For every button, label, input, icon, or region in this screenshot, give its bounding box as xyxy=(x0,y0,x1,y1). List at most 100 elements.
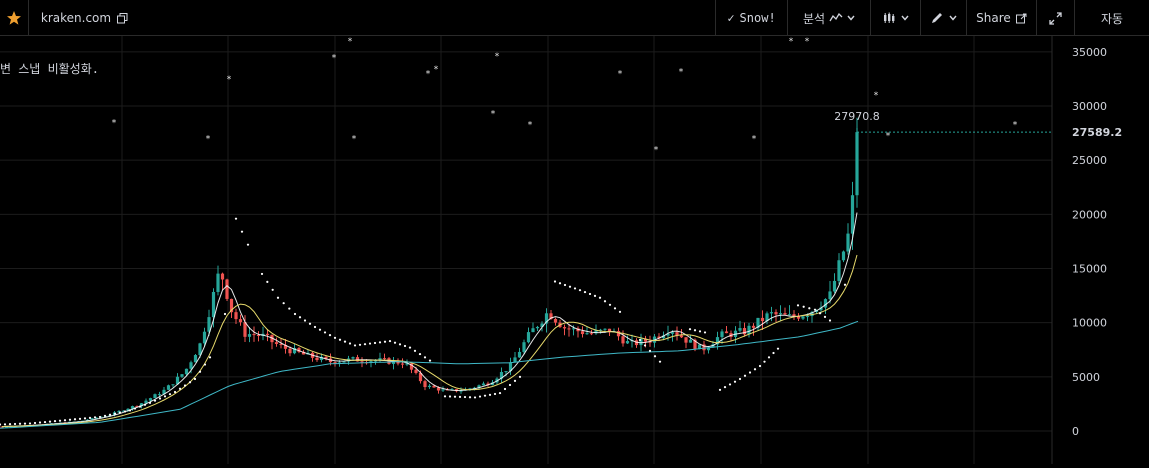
candle-body xyxy=(553,318,558,323)
candle-body xyxy=(787,314,792,316)
y-tick-label: 15000 xyxy=(1072,263,1107,276)
pencil-icon xyxy=(931,12,943,24)
sar-dot xyxy=(198,370,202,373)
y-tick-label: 5000 xyxy=(1072,371,1100,384)
sar-dot xyxy=(338,338,342,341)
snowflake: * xyxy=(206,135,211,145)
candle-body xyxy=(180,374,184,377)
sar-dot xyxy=(18,422,22,425)
snowflake: * xyxy=(528,120,533,130)
sar-dot xyxy=(823,315,827,318)
high-price-label: 27970.8 xyxy=(834,110,880,123)
sar-dot xyxy=(802,305,805,308)
sar-dot xyxy=(308,322,312,325)
site-link[interactable]: kraken.com xyxy=(28,0,140,36)
sar-dot xyxy=(398,343,402,346)
sar-dot xyxy=(378,341,382,344)
copy-icon[interactable] xyxy=(117,12,128,24)
share-button[interactable]: Share xyxy=(966,0,1036,36)
snowflake: * xyxy=(434,65,439,75)
sar-dot xyxy=(553,280,557,283)
y-tick-label: 35000 xyxy=(1072,46,1107,59)
sar-dot xyxy=(772,351,775,355)
candle-body xyxy=(724,331,729,334)
candle-body xyxy=(517,351,522,358)
chevron-down-icon xyxy=(948,15,957,21)
sar-dot xyxy=(23,422,27,425)
sma-mid-line xyxy=(1,254,858,428)
snowflake: * xyxy=(752,135,757,145)
candle-body xyxy=(441,389,445,391)
candle-body xyxy=(423,381,427,388)
candle-body xyxy=(315,357,319,361)
candle-body xyxy=(621,336,625,344)
candle-body xyxy=(742,328,747,335)
sar-dot xyxy=(796,304,800,307)
sar-dot xyxy=(113,412,117,415)
candle-body xyxy=(157,394,162,396)
analysis-menu-button[interactable]: 분석 xyxy=(787,0,870,36)
external-link-icon xyxy=(1015,13,1027,24)
sar-dot xyxy=(413,349,417,352)
price-chart[interactable]: 0 5000 10000 15000 20000 25000 30000 35000 27970… xyxy=(0,36,1149,464)
sar-dot xyxy=(0,423,2,426)
sar-dot xyxy=(8,423,12,426)
snowflake: * xyxy=(348,37,353,47)
sar-dot xyxy=(163,395,167,398)
chart-canvas[interactable]: 0 5000 10000 15000 20000 25000 30000 35000 27970… xyxy=(0,36,1149,464)
candle-body xyxy=(720,331,724,338)
sar-dot xyxy=(463,395,467,399)
candle-body xyxy=(234,312,238,320)
candle-body xyxy=(783,313,787,315)
sar-dot xyxy=(738,377,742,381)
sar-dot xyxy=(758,364,762,368)
indicator-icon xyxy=(829,13,843,23)
sar-dot xyxy=(48,420,52,423)
sar-dot xyxy=(118,411,122,414)
sar-dot xyxy=(763,360,766,363)
snowflake: * xyxy=(789,37,794,47)
sar-dot xyxy=(648,349,652,352)
candle-body xyxy=(832,280,837,292)
sar-dot xyxy=(383,340,387,343)
y-tick-label: 25000 xyxy=(1072,154,1107,167)
candle-body xyxy=(585,333,589,335)
snow-toggle-button[interactable]: ✓ Snow! xyxy=(715,0,787,36)
y-tick-label: 10000 xyxy=(1072,317,1107,330)
sar-dot xyxy=(658,360,662,363)
sar-dot xyxy=(153,399,157,402)
sar-dot xyxy=(493,392,497,396)
candle-body xyxy=(274,342,279,344)
auto-scale-button[interactable]: 자동 xyxy=(1074,0,1149,36)
snowflake: * xyxy=(491,110,496,120)
last-price-label: 27589.2 xyxy=(1072,126,1122,139)
sma-short-line xyxy=(1,212,858,428)
candle-body xyxy=(211,291,216,318)
sar-dot xyxy=(373,341,377,345)
drawing-tool-button[interactable] xyxy=(920,0,966,36)
share-label: Share xyxy=(976,11,1011,25)
sar-dot xyxy=(223,312,227,316)
candle-body xyxy=(522,342,526,352)
candle-body xyxy=(288,348,292,354)
sar-dot xyxy=(453,395,457,398)
snowflake: * xyxy=(886,131,891,141)
sar-dot xyxy=(563,283,567,287)
chevron-down-icon xyxy=(900,15,909,21)
sar-dot xyxy=(473,396,477,399)
fullscreen-button[interactable] xyxy=(1036,0,1074,36)
sar-dot xyxy=(388,339,392,343)
sar-dot xyxy=(173,390,177,394)
candle-body xyxy=(202,331,207,344)
favorite-star-button[interactable] xyxy=(0,0,28,36)
candle-body xyxy=(148,398,153,401)
sar-dot xyxy=(478,395,482,398)
snowflake: * xyxy=(874,91,879,101)
sar-dot xyxy=(288,307,291,310)
candle-body xyxy=(589,333,594,335)
sar-dot xyxy=(282,302,285,305)
sar-dot xyxy=(418,352,422,356)
candle-body xyxy=(427,385,432,388)
chart-type-button[interactable] xyxy=(870,0,920,36)
candle-body xyxy=(571,328,576,330)
